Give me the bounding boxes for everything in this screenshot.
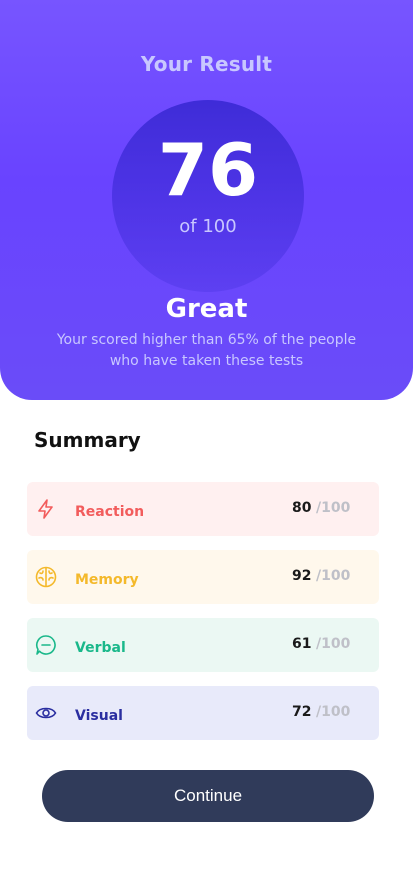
summary-row-verbal: Verbal 61 /100 <box>27 618 379 672</box>
rating-label: Great <box>165 294 248 324</box>
summary-score-memory: 92 <box>292 568 312 584</box>
summary-title: Summary <box>34 428 141 452</box>
summary-max-verbal: /100 <box>316 636 351 652</box>
summary-label-memory: Memory <box>75 572 139 588</box>
summary-label-reaction: Reaction <box>75 504 145 520</box>
summary-row-visual: Visual 72 /100 <box>27 686 379 740</box>
summary-label-visual: Visual <box>75 708 123 724</box>
summary-row-memory: Memory 92 /100 <box>27 550 379 604</box>
score-max: of 100 <box>179 216 237 237</box>
summary-score-verbal: 61 <box>292 636 312 652</box>
result-panel: Your Result 76 of 100 Great Your scored … <box>0 0 413 400</box>
eye-icon <box>35 702 57 724</box>
lightning-icon <box>35 498 57 520</box>
speech-bubble-icon <box>35 634 57 656</box>
brain-icon <box>35 566 57 588</box>
summary-max-reaction: /100 <box>316 500 351 516</box>
score-circle: 76 of 100 <box>112 100 304 292</box>
result-title: Your Result <box>140 52 273 76</box>
summary-label-verbal: Verbal <box>75 640 126 656</box>
summary-row-reaction: Reaction 80 /100 <box>27 482 379 536</box>
rating-description: Your scored higher than 65% of the peopl… <box>56 332 357 369</box>
summary-max-memory: /100 <box>316 568 351 584</box>
continue-button[interactable]: Continue <box>42 770 374 822</box>
summary-score-visual: 72 <box>292 704 312 720</box>
summary-max-visual: /100 <box>316 704 351 720</box>
results-page: Your Result 76 of 100 Great Your scored … <box>0 0 413 880</box>
summary-score-reaction: 80 <box>292 500 312 516</box>
score-value: 76 <box>157 128 259 212</box>
